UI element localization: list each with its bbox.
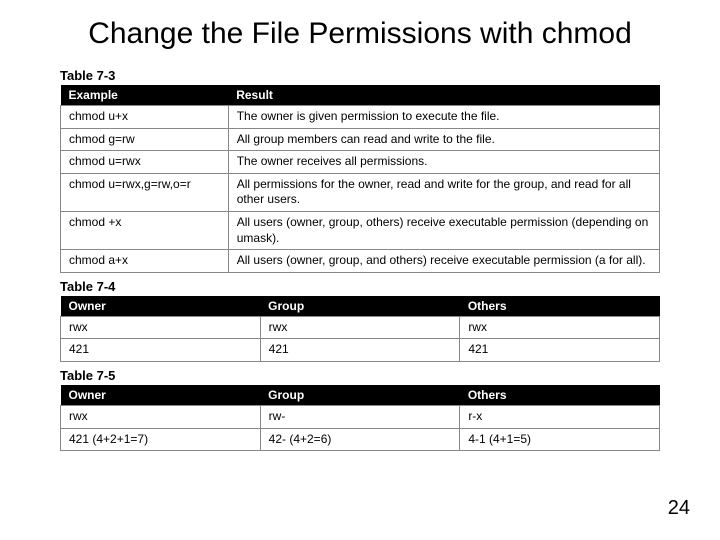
table-row: chmod +xAll users (owner, group, others)…	[61, 211, 660, 249]
table-row: chmod u=rwx,g=rw,o=rAll permissions for …	[61, 173, 660, 211]
table-row: 421 (4+2+1=7)42- (4+2=6)4-1 (4+1=5)	[61, 428, 660, 451]
table-row: chmod u+xThe owner is given permission t…	[61, 106, 660, 129]
t5-cell: 42- (4+2=6)	[260, 428, 460, 451]
t4-cell: rwx	[460, 316, 660, 339]
t4-header-group: Group	[260, 296, 460, 317]
t4-cell: rwx	[260, 316, 460, 339]
t4-header-others: Others	[460, 296, 660, 317]
t3-cell: All users (owner, group, others) receive…	[228, 211, 659, 249]
t5-cell: r-x	[460, 405, 660, 428]
table-7-3: Example Result chmod u+xThe owner is giv…	[60, 85, 660, 273]
t3-cell: The owner is given permission to execute…	[228, 106, 659, 129]
t5-header-group: Group	[260, 385, 460, 406]
t4-cell: 421	[460, 339, 660, 362]
page-number: 24	[668, 497, 690, 520]
t5-header-owner: Owner	[61, 385, 261, 406]
t3-cell: chmod a+x	[61, 250, 229, 273]
t3-cell: The owner receives all permissions.	[228, 151, 659, 174]
t5-header-others: Others	[460, 385, 660, 406]
table-7-5: Owner Group Others rwxrw-r-x 421 (4+2+1=…	[60, 385, 660, 451]
table-row: chmod g=rwAll group members can read and…	[61, 128, 660, 151]
table-row: chmod u=rwxThe owner receives all permis…	[61, 151, 660, 174]
t5-cell: rwx	[61, 405, 261, 428]
t3-cell: All group members can read and write to …	[228, 128, 659, 151]
table-7-4: Owner Group Others rwxrwxrwx 421421421	[60, 296, 660, 362]
table-7-3-caption: Table 7-3	[60, 68, 660, 83]
t3-cell: chmod u+x	[61, 106, 229, 129]
table-7-4-caption: Table 7-4	[60, 279, 660, 294]
table-row: rwxrw-r-x	[61, 405, 660, 428]
table-row: chmod a+xAll users (owner, group, and ot…	[61, 250, 660, 273]
t4-cell: 421	[61, 339, 261, 362]
t5-cell: 421 (4+2+1=7)	[61, 428, 261, 451]
t4-cell: rwx	[61, 316, 261, 339]
t3-cell: chmod u=rwx,g=rw,o=r	[61, 173, 229, 211]
t3-header-example: Example	[61, 85, 229, 106]
t4-header-owner: Owner	[61, 296, 261, 317]
t3-cell: chmod u=rwx	[61, 151, 229, 174]
t4-cell: 421	[260, 339, 460, 362]
t3-header-result: Result	[228, 85, 659, 106]
t5-cell: rw-	[260, 405, 460, 428]
table-row: rwxrwxrwx	[61, 316, 660, 339]
t3-cell: chmod +x	[61, 211, 229, 249]
t5-cell: 4-1 (4+1=5)	[460, 428, 660, 451]
table-row: 421421421	[61, 339, 660, 362]
slide-title: Change the File Permissions with chmod	[60, 16, 660, 52]
table-7-5-caption: Table 7-5	[60, 368, 660, 383]
t3-cell: chmod g=rw	[61, 128, 229, 151]
t3-cell: All permissions for the owner, read and …	[228, 173, 659, 211]
t3-cell: All users (owner, group, and others) rec…	[228, 250, 659, 273]
